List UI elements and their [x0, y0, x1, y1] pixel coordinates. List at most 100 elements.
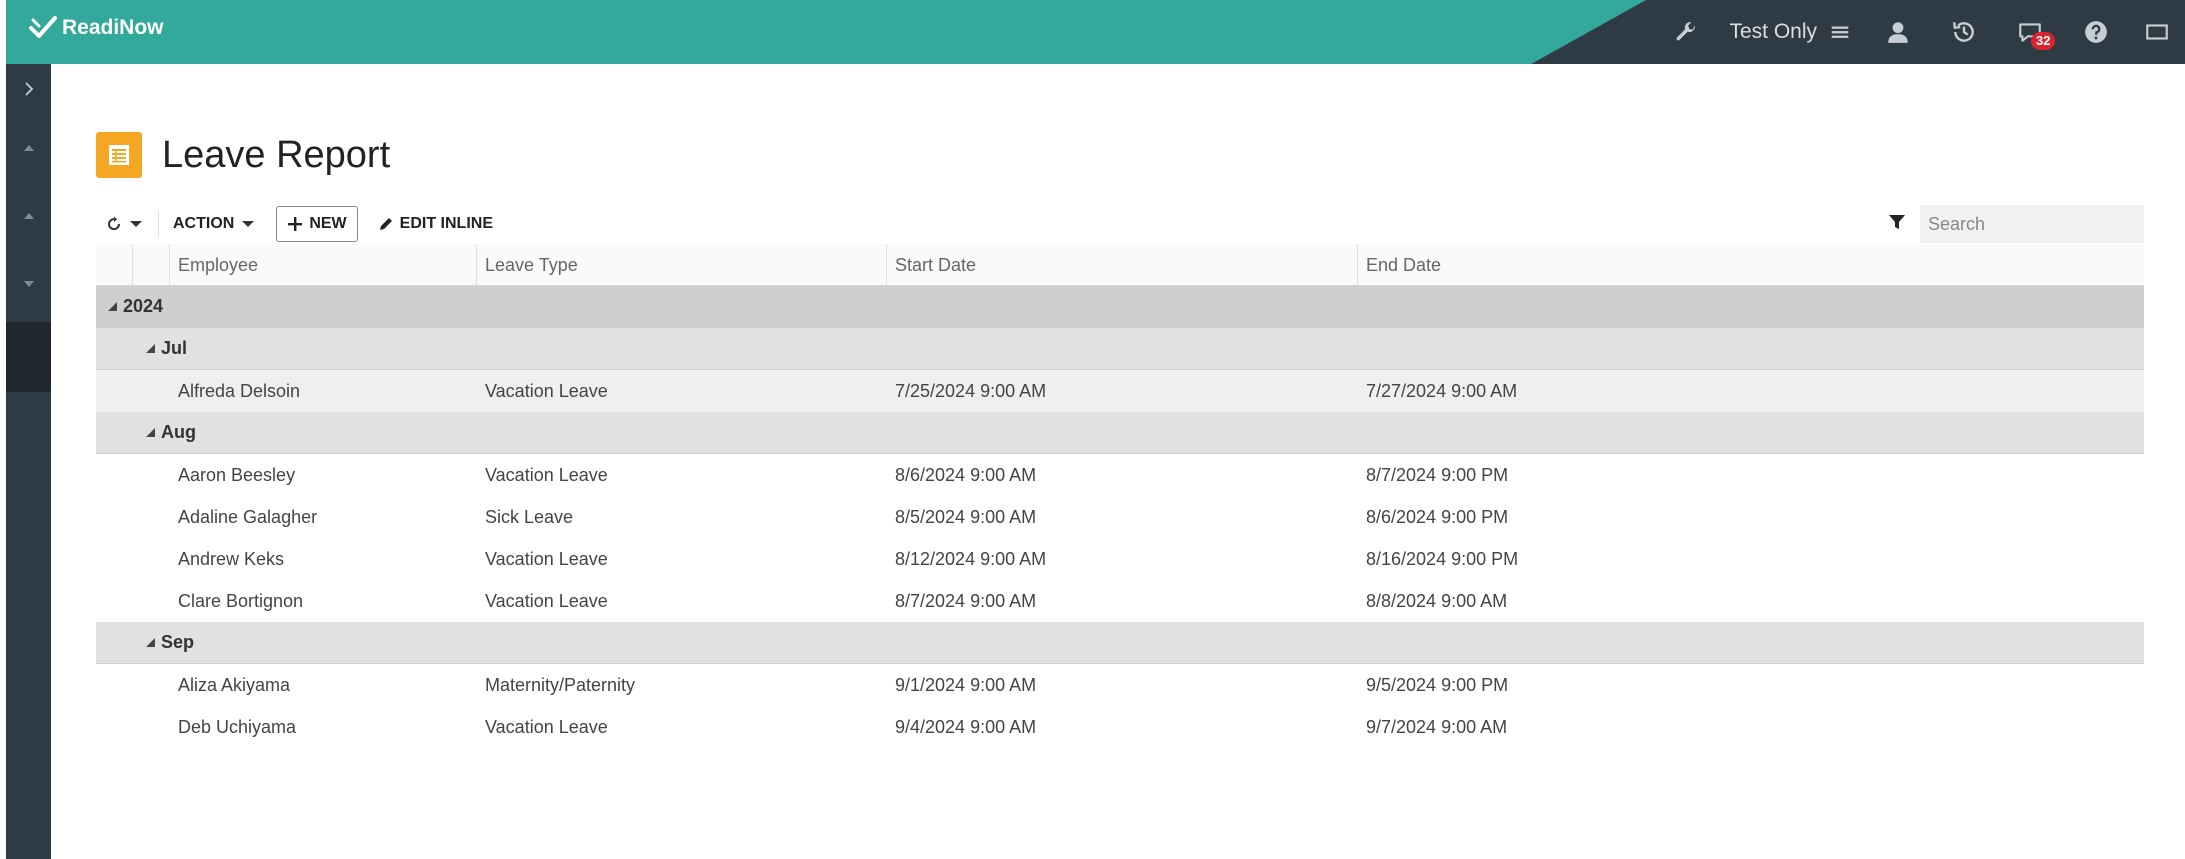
filter-button[interactable] [1888, 213, 1906, 236]
menu-icon [1831, 26, 1849, 38]
action-menu-button[interactable]: ACTION [163, 206, 266, 242]
edit-inline-label: EDIT INLINE [399, 215, 493, 232]
collapse-triangle-icon[interactable] [146, 428, 155, 437]
notification-badge: 32 [2031, 32, 2056, 50]
table-row[interactable]: Clare Bortignon Vacation Leave 8/7/2024 … [96, 580, 2144, 622]
nav-up-button-2[interactable] [6, 182, 51, 250]
refresh-button[interactable] [96, 206, 154, 242]
collapse-triangle-icon[interactable] [108, 302, 117, 311]
group-row-month[interactable]: Aug [96, 412, 2144, 454]
cell-employee: Alfreda Delsoin [178, 380, 301, 401]
cell-start-date: 8/12/2024 9:00 AM [895, 548, 1047, 569]
page-title: Leave Report [162, 133, 391, 176]
table-row[interactable]: Andrew Keks Vacation Leave 8/12/2024 9:0… [96, 538, 2144, 580]
header-spacer [133, 244, 170, 286]
collapse-triangle-icon[interactable] [146, 638, 155, 647]
cell-employee: Aliza Akiyama [178, 674, 291, 695]
plus-icon [288, 217, 303, 231]
help-icon [2085, 21, 2107, 43]
cell-leave-type: Sick Leave [485, 506, 574, 527]
readinow-check-icon [29, 16, 57, 38]
cell-end-date: 8/8/2024 9:00 AM [1366, 590, 1508, 611]
left-nav [6, 64, 51, 859]
grid-header: Employee Leave Type Start Date End Date [96, 244, 2144, 286]
page-header: Leave Report [96, 132, 390, 178]
chevron-right-icon [24, 82, 33, 96]
brand-band [6, 0, 1646, 64]
logo-text: ReadiNow [62, 16, 164, 39]
table-row[interactable]: Aliza Akiyama Maternity/Paternity 9/1/20… [96, 664, 2144, 706]
edit-inline-button[interactable]: EDIT INLINE [368, 206, 503, 242]
column-header-leave-type[interactable]: Leave Type [477, 244, 887, 286]
cell-employee: Clare Bortignon [178, 590, 304, 611]
cell-start-date: 8/6/2024 9:00 AM [895, 464, 1037, 485]
search-box [1920, 205, 2160, 243]
filter-icon [1889, 214, 1905, 229]
new-label: NEW [309, 215, 347, 232]
cell-end-date: 8/7/2024 9:00 PM [1366, 464, 1509, 485]
collapse-triangle-icon[interactable] [146, 344, 155, 353]
report-icon [96, 132, 142, 178]
cell-leave-type: Vacation Leave [485, 464, 608, 485]
cell-start-date: 9/4/2024 9:00 AM [895, 716, 1037, 737]
group-row-month[interactable]: Jul [96, 328, 2144, 370]
cell-end-date: 7/27/2024 9:00 AM [1366, 380, 1518, 401]
user-button[interactable] [1865, 0, 1931, 64]
cell-start-date: 7/25/2024 9:00 AM [895, 380, 1047, 401]
main-content: Leave Report ACTION NEW EDIT INLINE Sear… [51, 64, 2185, 859]
group-label: Jul [161, 338, 188, 358]
cell-end-date: 8/6/2024 9:00 PM [1366, 506, 1509, 527]
wrench-icon [1676, 22, 1696, 41]
group-label: Sep [161, 632, 195, 652]
window-icon [2146, 24, 2168, 40]
cell-start-date: 8/5/2024 9:00 AM [895, 506, 1037, 527]
column-header-employee[interactable]: Employee [170, 244, 477, 286]
cell-end-date: 9/5/2024 9:00 PM [1366, 674, 1509, 695]
group-label: Aug [161, 422, 196, 442]
cell-employee: Andrew Keks [178, 548, 285, 569]
cell-leave-type: Vacation Leave [485, 548, 608, 569]
caret-down-icon [242, 221, 255, 227]
cell-employee: Adaline Galagher [178, 506, 318, 527]
app-logo[interactable]: ReadiNow [28, 14, 164, 42]
new-button[interactable]: NEW [276, 206, 358, 242]
tools-button[interactable] [1653, 0, 1719, 64]
caret-up-icon [23, 145, 34, 151]
nav-down-button[interactable] [6, 250, 51, 318]
expand-nav-button[interactable] [6, 64, 51, 114]
toolbar-divider [158, 211, 159, 237]
notifications-button[interactable]: 32 [1997, 0, 2063, 64]
cell-leave-type: Maternity/Paternity [485, 674, 636, 695]
table-row[interactable]: Aaron Beesley Vacation Leave 8/6/2024 9:… [96, 454, 2144, 496]
column-header-start-date[interactable]: Start Date [887, 244, 1358, 286]
report-grid: Employee Leave Type Start Date End Date … [96, 244, 2144, 748]
toolbar-right [1888, 205, 2160, 243]
app-selector[interactable]: Test Only [1719, 0, 1865, 64]
search-input[interactable] [1928, 213, 2160, 235]
nav-active-item[interactable] [6, 322, 51, 392]
report-toolbar: ACTION NEW EDIT INLINE [96, 204, 2160, 244]
refresh-icon [108, 216, 121, 231]
fullscreen-button[interactable] [2129, 0, 2185, 64]
cell-leave-type: Vacation Leave [485, 590, 608, 611]
group-row-year[interactable]: 2024 [96, 286, 2144, 328]
nav-up-button-1[interactable] [6, 114, 51, 182]
history-icon [1953, 22, 1974, 42]
column-header-end-date[interactable]: End Date [1358, 244, 2144, 286]
caret-down-icon [23, 281, 34, 287]
pencil-icon [379, 218, 392, 230]
user-icon [1888, 22, 1908, 43]
cell-start-date: 9/1/2024 9:00 AM [895, 674, 1037, 695]
history-button[interactable] [1931, 0, 1997, 64]
cell-start-date: 8/7/2024 9:00 AM [895, 590, 1037, 611]
group-row-month[interactable]: Sep [96, 622, 2144, 664]
group-label: 2024 [123, 296, 164, 316]
table-row[interactable]: Alfreda Delsoin Vacation Leave 7/25/2024… [96, 370, 2144, 412]
table-row[interactable]: Adaline Galagher Sick Leave 8/5/2024 9:0… [96, 496, 2144, 538]
top-header: ReadiNow Test Only 32 [6, 0, 2185, 64]
header-spacer [96, 244, 133, 286]
help-button[interactable] [2063, 0, 2129, 64]
table-row[interactable]: Deb Uchiyama Vacation Leave 9/4/2024 9:0… [96, 706, 2144, 748]
cell-end-date: 9/7/2024 9:00 AM [1366, 716, 1508, 737]
caret-down-icon [130, 221, 142, 227]
